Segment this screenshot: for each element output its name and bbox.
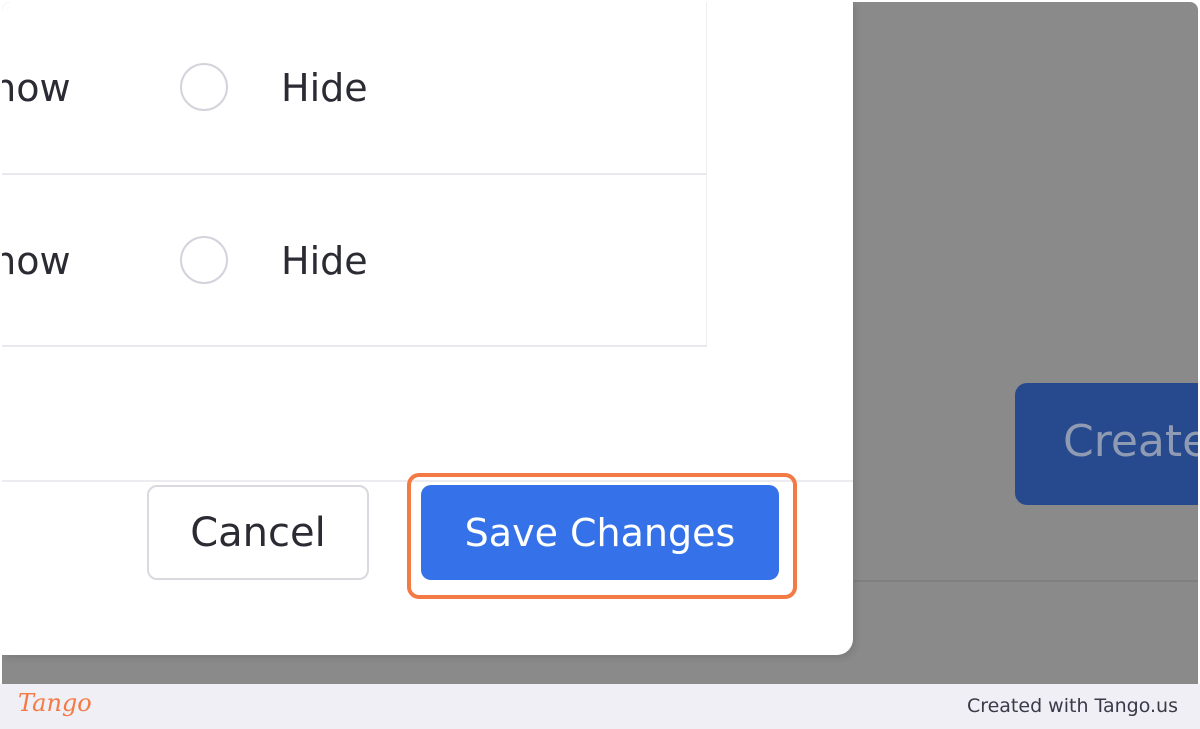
cancel-button[interactable]: Cancel (147, 485, 369, 580)
hide-radio[interactable] (180, 63, 228, 111)
show-option-label: Show (2, 239, 71, 283)
hide-option-label: Hide (281, 239, 368, 283)
table-row: Show Hide (2, 2, 706, 175)
modal-dialog: Show Hide Show Hide Cancel Save Changes (2, 2, 853, 655)
hide-radio[interactable] (180, 236, 228, 284)
create-button[interactable]: Create (1015, 383, 1198, 505)
table-row: Show Hide (2, 175, 706, 346)
visibility-table: Show Hide Show Hide (2, 2, 707, 347)
create-button-label: Create (1063, 416, 1198, 467)
show-option-label: Show (2, 66, 71, 110)
tango-logo: Tango (18, 689, 92, 717)
tango-footer: Tango Created with Tango.us (0, 684, 1200, 729)
hide-option-label: Hide (281, 66, 368, 110)
screenshot-frame: Create Show Hide Show Hide Cancel Save C… (2, 2, 1198, 684)
save-changes-button[interactable]: Save Changes (421, 485, 779, 580)
created-with-credit: Created with Tango.us (966, 695, 1178, 717)
background-divider (854, 580, 1198, 582)
